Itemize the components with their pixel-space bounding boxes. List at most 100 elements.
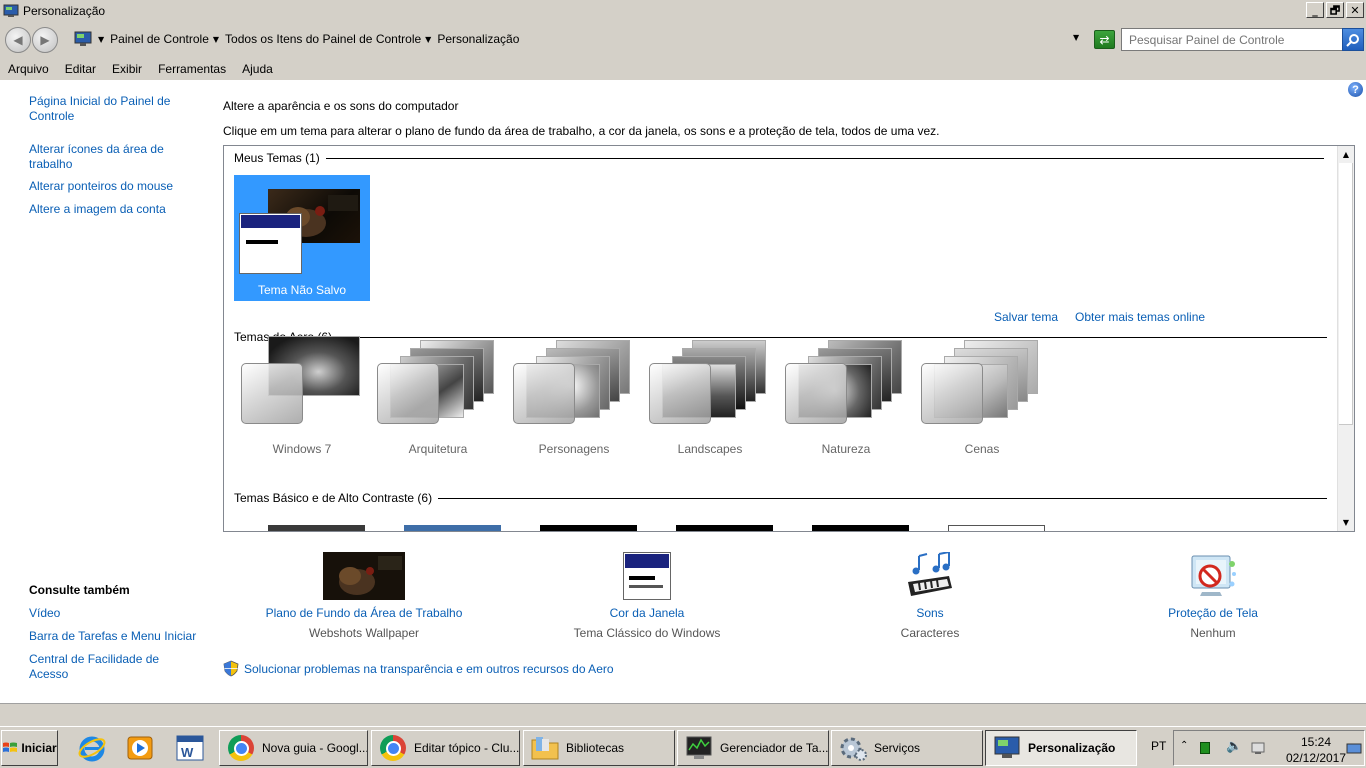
taskbar-item-personalization[interactable]: Personalização bbox=[985, 730, 1137, 766]
scroll-up-icon[interactable]: ▲ bbox=[1338, 146, 1354, 162]
theme-basic-thumbnail[interactable] bbox=[676, 525, 773, 531]
menu-exibir[interactable]: Exibir bbox=[112, 62, 142, 76]
sidebar-link-mouse-pointers[interactable]: Alterar ponteiros do mouse bbox=[29, 179, 199, 194]
personalization-icon bbox=[994, 736, 1020, 758]
internet-explorer-icon bbox=[78, 736, 106, 762]
scroll-down-icon[interactable]: ▼ bbox=[1338, 514, 1354, 530]
group-title-my-themes: Meus Temas (1) bbox=[234, 151, 320, 165]
help-icon[interactable]: ? bbox=[1348, 82, 1363, 97]
maximize-button[interactable]: 🗗 bbox=[1326, 2, 1344, 18]
address-field[interactable]: ▼ Painel de Controle ▼ Todos os Itens do… bbox=[70, 28, 1090, 50]
window-color-label[interactable]: Cor da Janela bbox=[567, 606, 727, 620]
taskbar-item-services[interactable]: Serviços bbox=[831, 730, 983, 766]
forward-button[interactable]: ▶ bbox=[32, 27, 58, 53]
sounds-setting[interactable]: Sons Caracteres bbox=[880, 552, 980, 640]
breadcrumb-root-chevron-icon[interactable]: ▼ bbox=[98, 35, 104, 44]
glass-frame-thumbnail bbox=[513, 363, 575, 424]
menu-arquivo[interactable]: Arquivo bbox=[8, 62, 49, 76]
control-panel-icon bbox=[74, 31, 92, 46]
group-header-my-themes: Meus Temas (1) bbox=[234, 151, 1324, 165]
tray-app-icon[interactable] bbox=[1200, 742, 1210, 754]
show-desktop-icon[interactable] bbox=[1346, 743, 1362, 755]
scroll-thumb[interactable] bbox=[1339, 163, 1353, 425]
window-title: Personalização bbox=[23, 4, 106, 18]
screen-saver-label[interactable]: Proteção de Tela bbox=[1153, 606, 1273, 620]
sidebar-link-account-picture[interactable]: Altere a imagem da conta bbox=[29, 202, 199, 217]
quicklaunch-media-player[interactable] bbox=[124, 732, 156, 764]
breadcrumb-todos-os-itens[interactable]: Todos os Itens do Painel de Controle bbox=[225, 32, 421, 46]
theme-basic-thumbnail[interactable] bbox=[948, 525, 1045, 531]
menu-editar[interactable]: Editar bbox=[65, 62, 96, 76]
desktop-background-label[interactable]: Plano de Fundo da Área de Trabalho bbox=[264, 606, 464, 620]
theme-natureza[interactable]: Natureza bbox=[780, 336, 912, 456]
menu-ajuda[interactable]: Ajuda bbox=[242, 62, 273, 76]
quicklaunch-word[interactable]: W bbox=[174, 732, 206, 764]
taskbar-item-label: Serviços bbox=[874, 741, 921, 755]
quicklaunch-internet-explorer[interactable] bbox=[76, 732, 108, 764]
show-hidden-icons-icon[interactable]: ⌃ bbox=[1180, 740, 1188, 751]
desktop-background-value: Webshots Wallpaper bbox=[308, 626, 420, 640]
taskbar-item-task-manager[interactable]: Gerenciador de Ta... bbox=[677, 730, 829, 766]
shield-icon bbox=[223, 660, 239, 677]
window-color-setting[interactable]: Cor da Janela Tema Clássico do Windows bbox=[567, 552, 727, 640]
search-button[interactable] bbox=[1342, 28, 1364, 51]
aero-troubleshoot-link[interactable]: Solucionar problemas na transparência e … bbox=[223, 660, 614, 677]
theme-basic-thumbnail[interactable] bbox=[268, 525, 365, 531]
page-title: Altere a aparência e os sons do computad… bbox=[223, 99, 459, 113]
sidebar-link-control-panel-home[interactable]: Página Inicial do Painel de Controle bbox=[29, 94, 189, 124]
theme-list-scrollbar[interactable]: ▲ ▼ bbox=[1337, 146, 1354, 531]
theme-landscapes[interactable]: Landscapes bbox=[644, 336, 776, 456]
start-button[interactable]: Iniciar bbox=[1, 730, 58, 766]
status-bar bbox=[0, 703, 1366, 725]
desktop-background-setting[interactable]: Plano de Fundo da Área de Trabalho Websh… bbox=[264, 552, 464, 640]
network-icon[interactable] bbox=[1250, 740, 1268, 756]
address-history-dropdown-icon[interactable]: ▼ bbox=[1073, 33, 1079, 42]
chrome-icon bbox=[380, 735, 406, 761]
menu-ferramentas[interactable]: Ferramentas bbox=[158, 62, 226, 76]
minimize-button[interactable]: _ bbox=[1306, 2, 1324, 18]
word-icon: W bbox=[176, 735, 204, 761]
task-manager-icon bbox=[686, 736, 712, 759]
close-button[interactable]: ✕ bbox=[1346, 2, 1364, 18]
sidebar-link-desktop-icons[interactable]: Alterar ícones da área de trabalho bbox=[29, 142, 189, 172]
theme-basic-thumbnail[interactable] bbox=[812, 525, 909, 531]
see-also-link-video[interactable]: Vídeo bbox=[29, 606, 60, 621]
clock-date[interactable]: 02/12/2017 bbox=[1278, 751, 1354, 765]
breadcrumb-chevron-icon[interactable]: ▼ bbox=[213, 35, 219, 44]
aero-troubleshoot-label[interactable]: Solucionar problemas na transparência e … bbox=[244, 662, 614, 676]
theme-cenas[interactable]: Cenas bbox=[916, 336, 1048, 456]
taskbar-item-chrome-new-tab[interactable]: Nova guia - Googl... bbox=[219, 730, 368, 766]
refresh-button[interactable]: ⇄ bbox=[1094, 30, 1115, 49]
search-input[interactable] bbox=[1121, 28, 1343, 51]
volume-icon[interactable]: 🔈 bbox=[1226, 739, 1242, 754]
theme-unsaved-selected[interactable]: Tema Não Salvo bbox=[234, 175, 370, 301]
taskbar-item-libraries[interactable]: Bibliotecas bbox=[523, 730, 675, 766]
save-theme-link[interactable]: Salvar tema bbox=[994, 310, 1058, 324]
theme-personagens[interactable]: Personagens bbox=[508, 336, 640, 456]
theme-arquitetura[interactable]: Arquitetura bbox=[372, 336, 504, 456]
theme-basic-thumbnail[interactable] bbox=[404, 525, 501, 531]
language-indicator[interactable]: PT bbox=[1151, 739, 1166, 753]
screen-saver-setting[interactable]: Proteção de Tela Nenhum bbox=[1153, 552, 1273, 640]
theme-windows-7[interactable]: Windows 7 bbox=[236, 336, 368, 456]
see-also-link-taskbar[interactable]: Barra de Tarefas e Menu Iniciar bbox=[29, 629, 209, 644]
sounds-label[interactable]: Sons bbox=[880, 606, 980, 620]
see-also-link-ease-of-access[interactable]: Central de Facilidade de Acesso bbox=[29, 652, 179, 682]
theme-name: Cenas bbox=[964, 442, 1000, 456]
libraries-folder-icon bbox=[531, 737, 559, 760]
breadcrumb-chevron-icon[interactable]: ▼ bbox=[425, 35, 431, 44]
breadcrumb-painel-de-controle[interactable]: Painel de Controle bbox=[110, 32, 209, 46]
glass-frame-thumbnail bbox=[649, 363, 711, 424]
glass-frame-thumbnail bbox=[241, 363, 303, 424]
theme-label: Tema Não Salvo bbox=[257, 283, 347, 297]
group-divider bbox=[325, 157, 1324, 159]
glass-frame-thumbnail bbox=[377, 363, 439, 424]
back-button[interactable]: ◀ bbox=[5, 27, 31, 53]
get-more-themes-link[interactable]: Obter mais temas online bbox=[1075, 310, 1205, 324]
clock-time[interactable]: 15:24 bbox=[1286, 735, 1346, 749]
breadcrumb-personalizacao[interactable]: Personalização bbox=[437, 32, 519, 46]
taskbar-item-chrome-edit-topic[interactable]: Editar tópico - Clu... bbox=[371, 730, 520, 766]
theme-list-panel[interactable]: Meus Temas (1) Tema Não Salvo Salvar tem… bbox=[223, 145, 1355, 532]
theme-basic-thumbnail[interactable] bbox=[540, 525, 637, 531]
taskbar-item-label: Personalização bbox=[1028, 741, 1116, 755]
